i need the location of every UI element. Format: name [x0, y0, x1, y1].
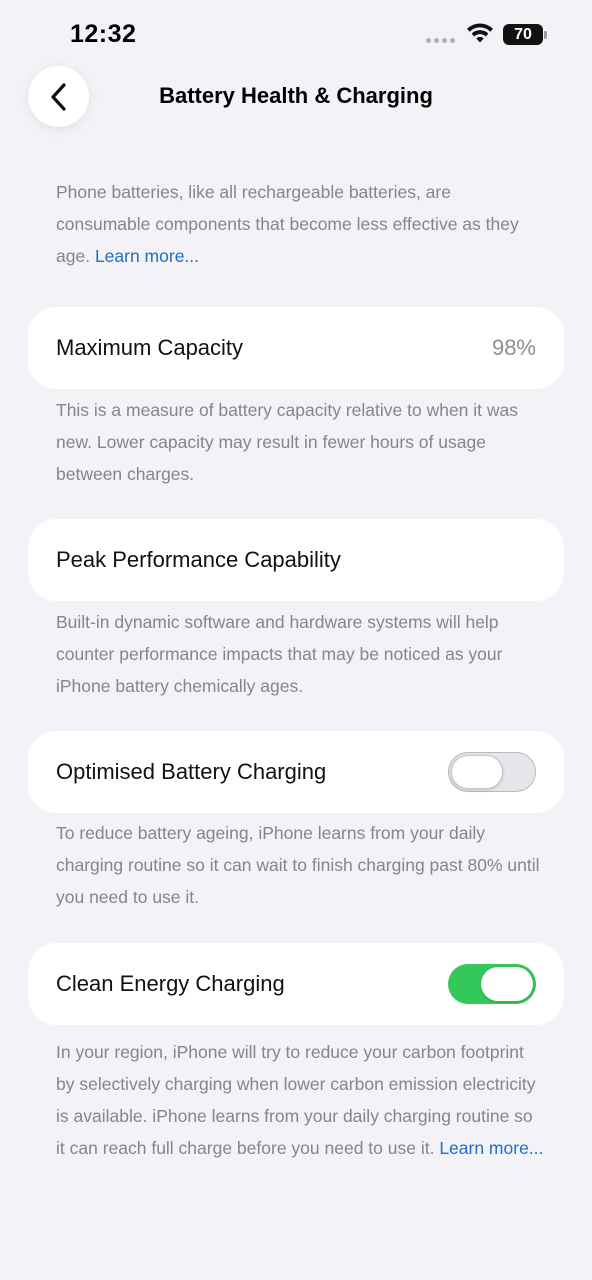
status-bar: 12:32 70	[0, 0, 592, 64]
maximum-capacity-row: Maximum Capacity 98%	[28, 307, 564, 389]
optimised-charging-label: Optimised Battery Charging	[56, 759, 327, 784]
battery-cap	[544, 31, 547, 39]
clean-energy-toggle[interactable]	[448, 964, 536, 1004]
optimised-charging-note: To reduce battery ageing, iPhone learns …	[56, 823, 540, 907]
peak-performance-row[interactable]: Peak Performance Capability	[28, 519, 564, 601]
clean-energy-learn-more-link[interactable]: Learn more...	[439, 1138, 543, 1158]
toggle-knob	[451, 755, 503, 789]
optimised-charging-row: Optimised Battery Charging	[28, 731, 564, 813]
status-time: 12:32	[70, 20, 137, 48]
peak-performance-label: Peak Performance Capability	[56, 547, 341, 572]
clean-energy-label: Clean Energy Charging	[56, 971, 285, 996]
battery-level: 70	[514, 25, 532, 43]
cellular-signal-icon	[426, 38, 455, 43]
optimised-charging-toggle[interactable]	[448, 752, 536, 792]
maximum-capacity-label: Maximum Capacity	[56, 335, 244, 360]
battery-health-screen: 12:32 70 Battery Health & Charging Phone…	[0, 0, 592, 1280]
clean-energy-row: Clean Energy Charging	[28, 943, 564, 1025]
wifi-icon	[467, 23, 493, 43]
clean-energy-note: In your region, iPhone will try to reduc…	[56, 1036, 546, 1164]
maximum-capacity-note: This is a measure of battery capacity re…	[56, 400, 519, 484]
battery-icon: 70	[503, 24, 543, 45]
page-title: Battery Health & Charging	[159, 83, 433, 108]
peak-performance-note: Built-in dynamic software and hardware s…	[56, 612, 503, 696]
toggle-knob	[481, 967, 533, 1001]
maximum-capacity-value: 98%	[491, 335, 536, 360]
intro-learn-more-link[interactable]: Learn more...	[95, 246, 199, 266]
intro-note: Phone batteries, like all rechargeable b…	[56, 176, 546, 272]
